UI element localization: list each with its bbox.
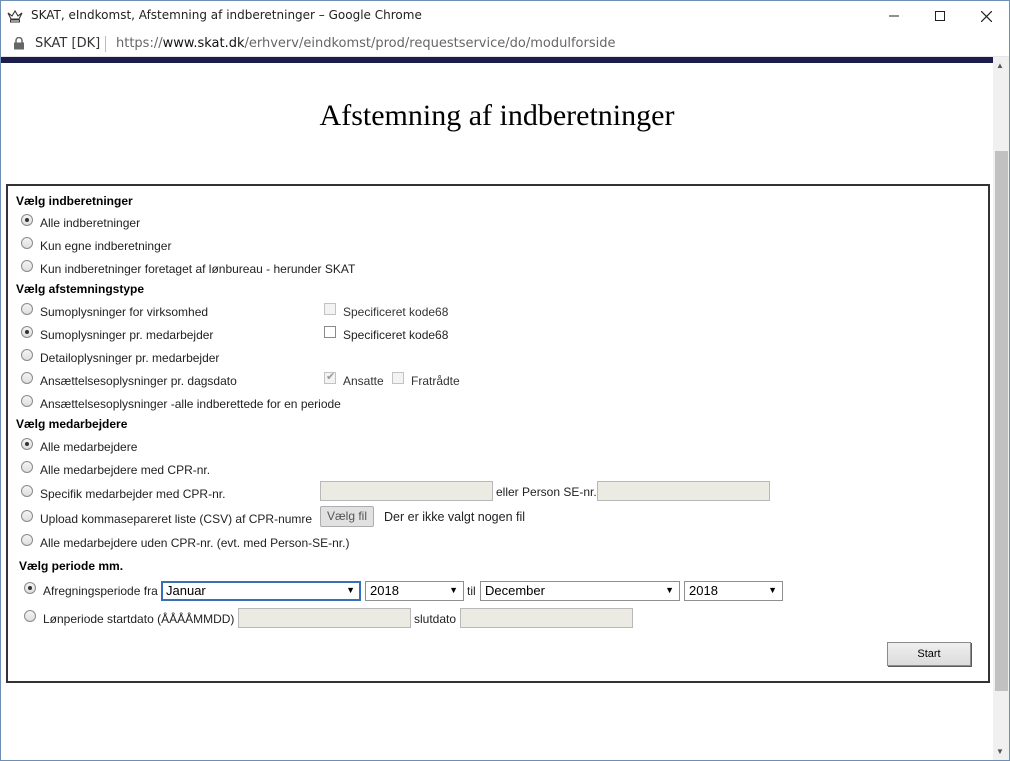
label-detailoplysninger: Detailoplysninger pr. medarbejder [40,351,220,365]
radio-afregningsperiode[interactable] [24,582,36,594]
url-text[interactable]: https://www.skat.dk/erhverv/eindkomst/pr… [116,36,615,51]
cpr-input[interactable] [320,481,493,501]
window-title: SKAT, eIndkomst, Afstemning af indberetn… [31,8,422,22]
checkbox-specificeret-kode68-1[interactable] [324,303,336,315]
section-header-indberetninger: Vælg indberetninger [16,194,133,208]
label-person-se-nr: eller Person SE-nr. [496,485,597,499]
label-slutdato: slutdato [414,612,457,626]
radio-upload-csv[interactable] [21,510,33,522]
label-specificeret-kode68-1: Specificeret kode68 [343,305,449,319]
file-status: Der er ikke valgt nogen fil [384,510,526,524]
dropdown-arrow-icon: ▼ [768,585,777,595]
to-year-value: 2018 [689,583,718,598]
url-host: www.skat.dk [162,36,245,51]
maximize-button[interactable] [917,1,963,31]
label-ansatte: Ansatte [343,374,384,388]
label-ansaettelse-dagsdato: Ansættelsesoplysninger pr. dagsdato [40,374,237,388]
from-month-select[interactable]: Januar ▼ [161,581,361,601]
from-year-select[interactable]: 2018 ▼ [365,581,464,601]
radio-alle-indberetninger[interactable] [21,214,33,226]
label-upload-csv: Upload kommasepareret liste (CSV) af CPR… [40,512,313,526]
to-year-select[interactable]: 2018 ▼ [684,581,783,601]
startdato-input[interactable] [238,608,411,628]
label-til: til [467,584,476,598]
dropdown-arrow-icon: ▼ [346,585,355,595]
section-header-medarbejdere: Vælg medarbejdere [16,417,128,431]
label-kun-loenbureau: Kun indberetninger foretaget af lønburea… [40,262,356,276]
scrollbar-thumb[interactable] [995,151,1008,691]
checkbox-fratraadte[interactable] [392,372,404,384]
radio-ansaettelse-dagsdato[interactable] [21,372,33,384]
scroll-up-icon[interactable]: ▲ [996,61,1004,70]
radio-specifik-medarbejder[interactable] [21,485,33,497]
minimize-icon [889,15,899,17]
scroll-down-icon[interactable]: ▼ [996,747,1004,756]
label-loenperiode: Lønperiode startdato (ÅÅÅÅMMDD) [43,612,235,626]
close-button[interactable] [963,1,1009,31]
maximize-icon [935,11,945,21]
crown-icon [7,9,23,23]
choose-file-button[interactable]: Vælg fil [320,506,375,527]
to-month-value: December [485,583,545,598]
label-alle-med-cpr: Alle medarbejdere med CPR-nr. [40,463,211,477]
radio-alle-uden-cpr[interactable] [21,534,33,546]
radio-kun-loenbureau[interactable] [21,260,33,272]
url-prefix: https:// [116,36,163,51]
label-fratraadte: Fratrådte [411,374,460,388]
radio-ansaettelse-periode[interactable] [21,395,33,407]
url-path: /erhverv/eindkomst/prod/requestservice/d… [244,36,616,51]
label-sumoplysninger-virksomhed: Sumoplysninger for virksomhed [40,305,209,319]
site-identity[interactable]: SKAT [DK] [35,36,100,51]
label-ansaettelse-periode: Ansættelsesoplysninger -alle indberetted… [40,397,341,411]
slutdato-input[interactable] [460,608,633,628]
radio-sumoplysninger-medarbejder[interactable] [21,326,33,338]
from-year-value: 2018 [370,583,399,598]
dropdown-arrow-icon: ▼ [665,585,674,595]
radio-sumoplysninger-virksomhed[interactable] [21,303,33,315]
title-bar: SKAT, eIndkomst, Afstemning af indberetn… [1,1,1009,31]
radio-kun-egne-indberetninger[interactable] [21,237,33,249]
label-alle-indberetninger: Alle indberetninger [40,216,141,230]
radio-loenperiode[interactable] [24,610,36,622]
label-specificeret-kode68-2: Specificeret kode68 [343,328,449,342]
start-button[interactable]: Start [887,642,971,666]
person-se-input[interactable] [597,481,770,501]
label-sumoplysninger-medarbejder: Sumoplysninger pr. medarbejder [40,328,214,342]
from-month-value: Januar [166,583,206,598]
radio-alle-med-cpr[interactable] [21,461,33,473]
label-alle-uden-cpr: Alle medarbejdere uden CPR-nr. (evt. med… [40,536,350,550]
label-afregningsperiode: Afregningsperiode fra [43,584,158,598]
checkbox-ansatte[interactable]: ✔ [324,371,336,384]
label-specifik-medarbejder: Specifik medarbejder med CPR-nr. [40,487,226,501]
lock-icon [14,37,24,50]
vertical-scrollbar[interactable]: ▲ ▼ [993,57,1009,760]
address-bar[interactable]: SKAT [DK] https://www.skat.dk/erhverv/ei… [1,31,1009,57]
to-month-select[interactable]: December ▼ [480,581,680,601]
address-separator [105,36,106,52]
label-alle-medarbejdere: Alle medarbejdere [40,440,138,454]
dropdown-arrow-icon: ▼ [449,585,458,595]
site-header-strip [1,57,993,63]
section-header-periode: Vælg periode mm. [19,559,124,573]
checkbox-specificeret-kode68-2[interactable] [324,326,336,338]
close-icon [980,10,992,22]
browser-window: SKAT, eIndkomst, Afstemning af indberetn… [0,0,1010,761]
section-header-afstemningstype: Vælg afstemningstype [16,282,145,296]
minimize-button[interactable] [871,1,917,31]
radio-detailoplysninger[interactable] [21,349,33,361]
page-title: Afstemning af indberetninger [319,99,675,132]
radio-alle-medarbejdere[interactable] [21,438,33,450]
label-kun-egne-indberetninger: Kun egne indberetninger [40,239,172,253]
checkmark-icon: ✔ [326,371,336,383]
